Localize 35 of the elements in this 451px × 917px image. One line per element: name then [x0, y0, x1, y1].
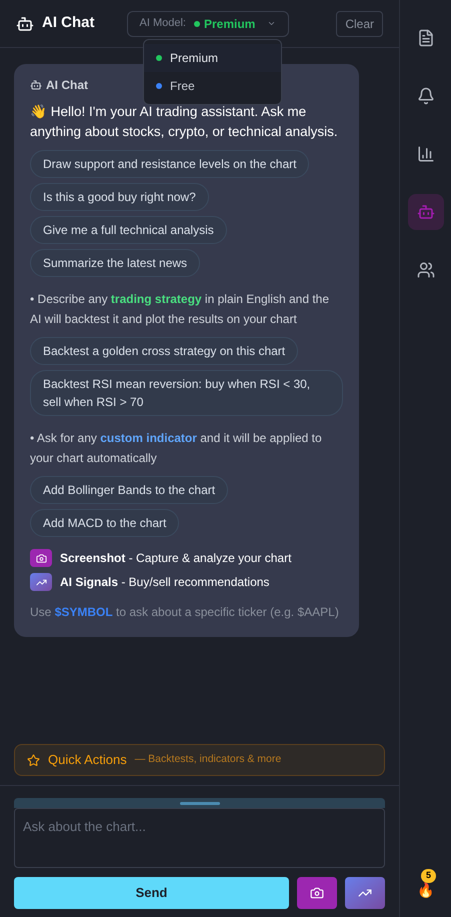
info-text: • Ask for any custom indicator and it will be applied to your chart automatically [30, 430, 323, 467]
model-dropdown[interactable]: AI Model: Premium [126, 10, 290, 36]
send-button[interactable]: Send [14, 877, 289, 909]
suggestion-chip[interactable]: Summarize the latest news [30, 249, 200, 277]
streak-badge: 5 [421, 869, 436, 882]
camera-glyph-icon [36, 552, 46, 564]
model-option[interactable]: Free [144, 72, 281, 100]
robot-icon [16, 14, 34, 32]
feature-text: AI Signals - Buy/sell recommendations [60, 574, 270, 591]
suggestion-chip[interactable]: Draw support and resistance levels on the chart [30, 150, 310, 178]
caret-icon [267, 19, 276, 28]
robot-icon[interactable] [408, 194, 444, 230]
clear-button[interactable]: Clear [336, 10, 383, 36]
screenshot-button[interactable] [297, 877, 337, 909]
suggestion-chip[interactable]: Backtest RSI mean reversion: buy when RSI < 30, sell when RSI > 70 [30, 370, 343, 416]
suggestion-chip[interactable]: Is this a good buy right now? [30, 183, 209, 211]
sender-name: AI Chat [46, 77, 88, 94]
panel-title: AI Chat [42, 13, 94, 34]
model-option[interactable]: Premium [144, 44, 281, 72]
streak-emoji: 🔥 [417, 882, 434, 898]
star-icon [27, 754, 40, 766]
signals-button[interactable] [345, 877, 385, 909]
quick-actions-bar[interactable]: Quick Actions — Backtests, indicators & more [14, 744, 385, 776]
info-text: • Describe any trading strategy in plain English and the AI will backtest it and plot the results on your chart [30, 291, 330, 328]
tip-text: Use $SYMBOL to ask about a specific ticker (e.g. $AAPL) [30, 604, 340, 621]
suggestion-chip[interactable]: Add Bollinger Bands to the chart [30, 476, 228, 504]
robot-icon [30, 79, 42, 91]
feature-text: Screenshot - Capture & analyze your chart [60, 550, 292, 567]
camera-icon [310, 886, 324, 900]
resize-handle[interactable] [14, 798, 385, 808]
chat-input[interactable]: Ask about the chart... [14, 808, 385, 868]
suggestion-chip[interactable]: Give me a full technical analysis [30, 216, 227, 244]
greeting-text: 👋 Hello! I'm your AI trading assistant. Ask me anything about stocks, crypto, or technical analysis. [30, 103, 339, 141]
suggestion-chip[interactable]: Backtest a golden cross strategy on this chart [30, 337, 298, 365]
suggestion-chip[interactable]: Add MACD to the chart [30, 509, 180, 537]
